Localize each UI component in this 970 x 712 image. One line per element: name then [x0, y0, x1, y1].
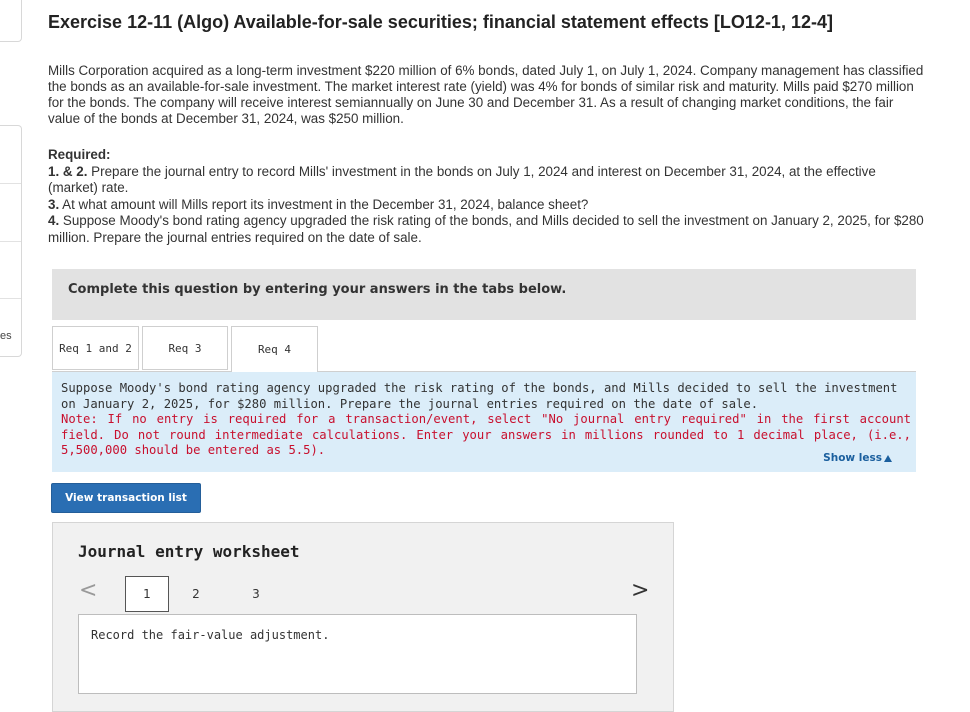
worksheet-title: Journal entry worksheet — [78, 542, 300, 561]
required-section: Required: 1. & 2. Prepare the journal en… — [48, 147, 928, 246]
chevron-right-icon[interactable]: > — [631, 578, 649, 603]
worksheet-instruction-text: Record the fair-value adjustment. — [91, 628, 330, 642]
requirement-text: Suppose Moody's bond rating agency upgra… — [48, 213, 924, 245]
show-less-label: Show less — [823, 452, 882, 464]
requirement-3: 3. At what amount will Mills report its … — [48, 197, 928, 214]
exercise-intro: Mills Corporation acquired as a long-ter… — [48, 63, 924, 126]
question-panel: Suppose Moody's bond rating agency upgra… — [52, 371, 916, 472]
worksheet-page-1[interactable]: 1 — [125, 576, 169, 612]
requirement-number: 3. — [48, 196, 60, 212]
tab-req-3[interactable]: Req 3 — [142, 326, 228, 370]
worksheet-page-3[interactable]: 3 — [246, 576, 266, 612]
requirement-text: Prepare the journal entry to record Mill… — [48, 163, 876, 196]
instructions-bar: Complete this question by entering your … — [52, 269, 916, 320]
left-edge-divider — [0, 298, 21, 299]
left-edge-cut-text: es — [0, 330, 12, 342]
worksheet-page-2[interactable]: 2 — [186, 576, 206, 612]
show-less-link[interactable]: Show less — [823, 451, 892, 467]
worksheet-instruction-box: Record the fair-value adjustment. — [78, 614, 637, 694]
required-label: Required: — [48, 147, 111, 162]
requirement-4: 4. Suppose Moody's bond rating agency up… — [48, 213, 928, 246]
question-note: Note: If no entry is required for a tran… — [61, 412, 911, 457]
requirement-text: At what amount will Mills report its inv… — [59, 196, 589, 212]
requirement-1-2: 1. & 2. Prepare the journal entry to rec… — [48, 164, 928, 197]
requirement-number: 4. — [48, 213, 60, 228]
journal-entry-worksheet: Journal entry worksheet < 1 2 3 > Record… — [52, 522, 674, 712]
requirement-number: 1. & 2. — [48, 163, 88, 179]
instructions-text: Complete this question by entering your … — [68, 282, 567, 297]
left-edge-divider — [0, 183, 21, 184]
tab-req-4[interactable]: Req 4 — [231, 326, 318, 372]
exercise-title: Exercise 12-11 (Algo) Available-for-sale… — [48, 12, 833, 32]
view-transaction-list-button[interactable]: View transaction list — [51, 483, 201, 513]
triangle-up-icon — [884, 455, 892, 463]
question-description: Suppose Moody's bond rating agency upgra… — [61, 381, 898, 411]
chevron-left-icon[interactable]: < — [79, 578, 97, 603]
tab-req-1-and-2[interactable]: Req 1 and 2 — [52, 326, 139, 370]
left-edge-panel-top — [0, 0, 22, 42]
left-edge-divider — [0, 241, 21, 242]
